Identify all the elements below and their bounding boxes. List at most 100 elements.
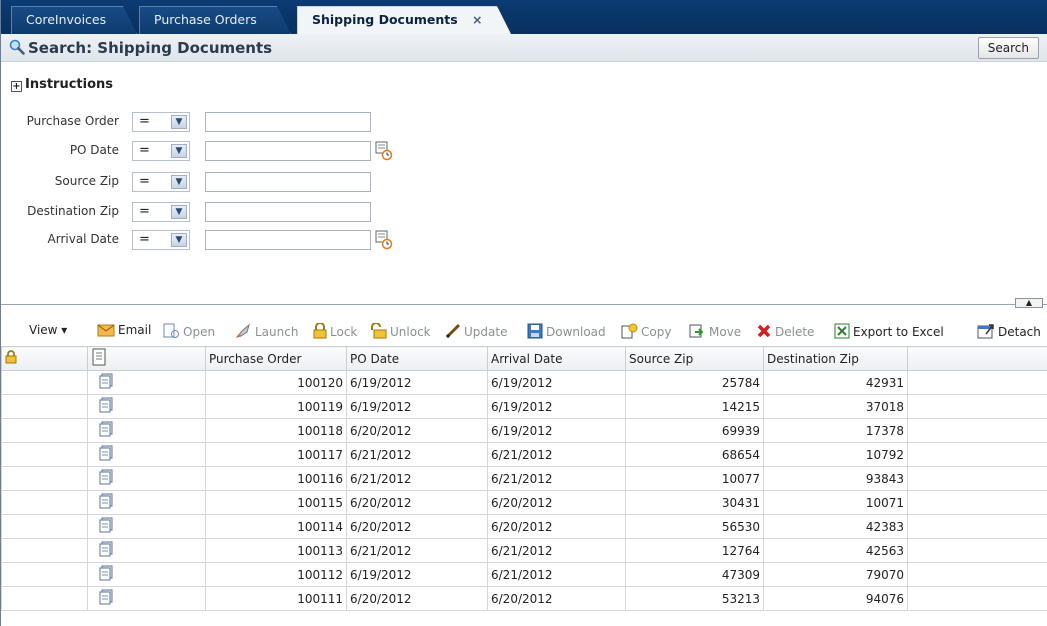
document-cell[interactable] xyxy=(87,418,206,443)
expand-icon: + xyxy=(11,81,22,92)
search-button[interactable]: Search xyxy=(977,37,1039,59)
column-header-po-date[interactable]: PO Date xyxy=(346,346,488,371)
app-frame: CoreInvoices Purchase Orders Shipping Do… xyxy=(0,0,1047,626)
source-zip-cell: 14215 xyxy=(625,394,764,419)
download-button[interactable]: Download xyxy=(527,323,606,342)
source-zip-cell: 25784 xyxy=(625,370,764,395)
unlock-button[interactable]: Unlock xyxy=(371,322,431,342)
table-row[interactable]: 100116 6/21/2012 6/21/2012 10077 93843 xyxy=(1,466,1047,491)
lock-column-header[interactable] xyxy=(1,346,88,371)
view-menu[interactable]: View ▾ xyxy=(29,323,67,337)
instructions-toggle[interactable]: + Instructions xyxy=(11,77,113,92)
column-header-purchase-order[interactable]: Purchase Order xyxy=(205,346,347,371)
arrival-date-input[interactable] xyxy=(205,230,371,250)
table-row[interactable]: 100114 6/20/2012 6/20/2012 56530 42383 xyxy=(1,514,1047,539)
purchase-order-input[interactable] xyxy=(205,112,371,132)
calendar-icon[interactable] xyxy=(375,230,393,253)
document-cell[interactable] xyxy=(87,394,206,419)
lock-button[interactable]: Lock xyxy=(313,322,357,342)
source-zip-cell: 69939 xyxy=(625,418,764,443)
destination-zip-cell: 17378 xyxy=(763,418,908,443)
operator-select[interactable]: = ▼ xyxy=(132,112,190,132)
document-cell[interactable] xyxy=(87,538,206,563)
arrival-date-cell: 6/21/2012 xyxy=(487,538,626,563)
lock-cell xyxy=(1,514,88,539)
document-icon xyxy=(91,348,107,369)
document-cell[interactable] xyxy=(87,562,206,587)
po-date-cell: 6/20/2012 xyxy=(346,514,488,539)
document-icon xyxy=(99,565,113,584)
po-date-input[interactable] xyxy=(205,141,371,161)
open-button[interactable]: Open xyxy=(162,323,215,342)
table-row[interactable]: 100111 6/20/2012 6/20/2012 53213 94076 xyxy=(1,586,1047,611)
arrival-date-cell: 6/19/2012 xyxy=(487,394,626,419)
tab-purchase-orders[interactable]: Purchase Orders xyxy=(139,6,291,34)
destination-zip-cell: 79070 xyxy=(763,562,908,587)
calendar-icon[interactable] xyxy=(375,141,393,164)
document-icon xyxy=(99,421,113,440)
tab-coreinvoices[interactable]: CoreInvoices xyxy=(11,6,137,34)
document-cell[interactable] xyxy=(87,442,206,467)
close-icon[interactable]: × xyxy=(472,12,482,27)
lock-cell xyxy=(1,466,88,491)
destination-zip-cell: 94076 xyxy=(763,586,908,611)
operator-select[interactable]: = ▼ xyxy=(132,230,190,250)
document-cell[interactable] xyxy=(87,514,206,539)
document-cell[interactable] xyxy=(87,370,206,395)
operator-select[interactable]: = ▼ xyxy=(132,172,190,192)
update-button[interactable]: Update xyxy=(445,323,507,342)
save-icon xyxy=(527,323,543,342)
filler-cell xyxy=(907,370,1047,395)
column-header-filler xyxy=(907,346,1047,371)
source-zip-cell: 56530 xyxy=(625,514,764,539)
source-zip-cell: 10077 xyxy=(625,466,764,491)
table-row[interactable]: 100118 6/20/2012 6/19/2012 69939 17378 xyxy=(1,418,1047,443)
arrival-date-cell: 6/21/2012 xyxy=(487,562,626,587)
destination-zip-cell: 10071 xyxy=(763,490,908,515)
table-row[interactable]: 100115 6/20/2012 6/20/2012 30431 10071 xyxy=(1,490,1047,515)
arrival-date-cell: 6/20/2012 xyxy=(487,586,626,611)
collapse-icon[interactable]: ▲ xyxy=(1015,298,1043,308)
copy-button[interactable]: Copy xyxy=(620,323,671,342)
document-cell[interactable] xyxy=(87,490,206,515)
email-button[interactable]: Email xyxy=(97,323,151,340)
field-label: Purchase Order xyxy=(26,114,119,128)
po-date-cell: 6/20/2012 xyxy=(346,418,488,443)
document-cell[interactable] xyxy=(87,586,206,611)
table-row[interactable]: 100112 6/19/2012 6/21/2012 47309 79070 xyxy=(1,562,1047,587)
delete-button[interactable]: Delete xyxy=(756,323,814,342)
launch-label: Launch xyxy=(255,325,299,339)
table-row[interactable]: 100119 6/19/2012 6/19/2012 14215 37018 xyxy=(1,394,1047,419)
operator-select[interactable]: = ▼ xyxy=(132,202,190,222)
source-zip-input[interactable] xyxy=(205,172,371,192)
column-header-arrival-date[interactable]: Arrival Date xyxy=(487,346,626,371)
source-zip-cell: 47309 xyxy=(625,562,764,587)
detach-label: Detach xyxy=(998,325,1041,339)
search-icon xyxy=(9,39,25,59)
table-row[interactable]: 100117 6/21/2012 6/21/2012 68654 10792 xyxy=(1,442,1047,467)
destination-zip-cell: 37018 xyxy=(763,394,908,419)
filler-cell xyxy=(907,586,1047,611)
document-icon xyxy=(99,541,113,560)
document-icon xyxy=(99,445,113,464)
column-header-source-zip[interactable]: Source Zip xyxy=(625,346,764,371)
po-date-cell: 6/21/2012 xyxy=(346,442,488,467)
tab-shipping-documents[interactable]: Shipping Documents × xyxy=(297,6,511,34)
arrival-date-cell: 6/19/2012 xyxy=(487,418,626,443)
column-header-destination-zip[interactable]: Destination Zip xyxy=(763,346,908,371)
detach-button[interactable]: Detach xyxy=(977,323,1041,342)
document-column-header[interactable] xyxy=(87,346,206,371)
table-row[interactable]: 100120 6/19/2012 6/19/2012 25784 42931 xyxy=(1,370,1047,395)
destination-zip-input[interactable] xyxy=(205,202,371,222)
launch-button[interactable]: Launch xyxy=(234,323,298,342)
operator-select[interactable]: = ▼ xyxy=(132,141,190,161)
export-excel-button[interactable]: Export to Excel xyxy=(834,323,944,342)
move-button[interactable]: Move xyxy=(688,323,741,342)
document-icon xyxy=(99,589,113,608)
purchase-order-cell: 100119 xyxy=(205,394,347,419)
document-cell[interactable] xyxy=(87,466,206,491)
filler-cell xyxy=(907,442,1047,467)
table-row[interactable]: 100113 6/21/2012 6/21/2012 12764 42563 xyxy=(1,538,1047,563)
panel-splitter[interactable]: ▲ xyxy=(1,298,1047,314)
copy-icon xyxy=(620,323,638,342)
